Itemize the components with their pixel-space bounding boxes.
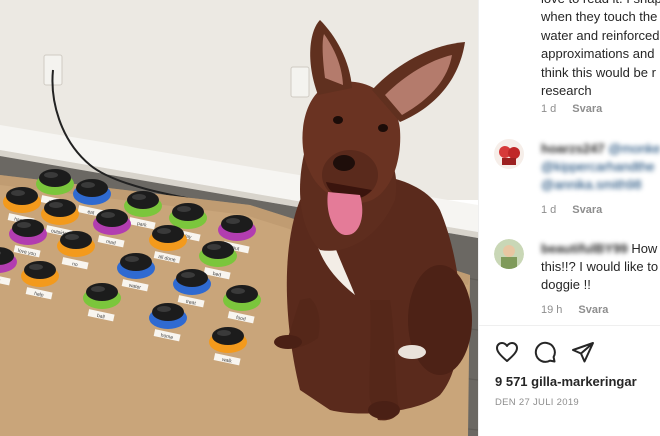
comment-1-reply-button[interactable]: Svara [572, 204, 602, 216]
avatar[interactable] [494, 139, 524, 169]
divider [479, 325, 660, 326]
comment-2-username[interactable]: beautifulBY99 [541, 241, 628, 256]
avatar[interactable] [494, 239, 524, 269]
comment-2-time: 19 h [541, 304, 563, 316]
comment-1-tag-1[interactable]: @monke [608, 141, 660, 156]
post-photo: walkeatparkplayouthappyoutsidemadall don… [0, 0, 478, 436]
comment-1-tag-2[interactable]: @kippercarhandthe [541, 159, 655, 174]
comment-2-text: beautifulBY99 How this!!? I would like t… [541, 240, 660, 294]
heart-icon[interactable] [495, 340, 519, 364]
comment-2-line-1: How [631, 241, 658, 256]
post-actions [495, 340, 595, 364]
caption-meta: 1 d Svara [541, 103, 602, 115]
comment-icon[interactable] [533, 340, 557, 364]
comment-2-meta: 19 h Svara [541, 304, 608, 316]
share-icon[interactable] [571, 340, 595, 364]
comments-panel: love to read it. I shap when they touch … [478, 0, 660, 436]
post-date: DEN 27 JULI 2019 [495, 397, 580, 408]
comment-1-text: hoarzs247 @monke @kippercarhandthe @anni… [541, 140, 660, 194]
comment-2-line-3: doggie !! [541, 277, 591, 292]
photo-canvas: walkeatparkplayouthappyoutsidemadall don… [0, 0, 478, 436]
caption-time: 1 d [541, 103, 557, 115]
comment-1-meta: 1 d Svara [541, 204, 602, 216]
like-count[interactable]: 9 571 gilla-markeringar [495, 374, 637, 389]
comment-2-reply-button[interactable]: Svara [578, 304, 608, 316]
caption-reply-button[interactable]: Svara [572, 103, 602, 115]
comment-1-tag-3[interactable]: @annika.smith98 [541, 177, 642, 192]
comment-2-line-2: this!!? I would like to [541, 259, 659, 274]
caption-text: love to read it. I shap when they touch … [541, 0, 660, 99]
comment-1-username[interactable]: hoarzs247 [541, 141, 605, 156]
comment-1-time: 1 d [541, 204, 557, 216]
